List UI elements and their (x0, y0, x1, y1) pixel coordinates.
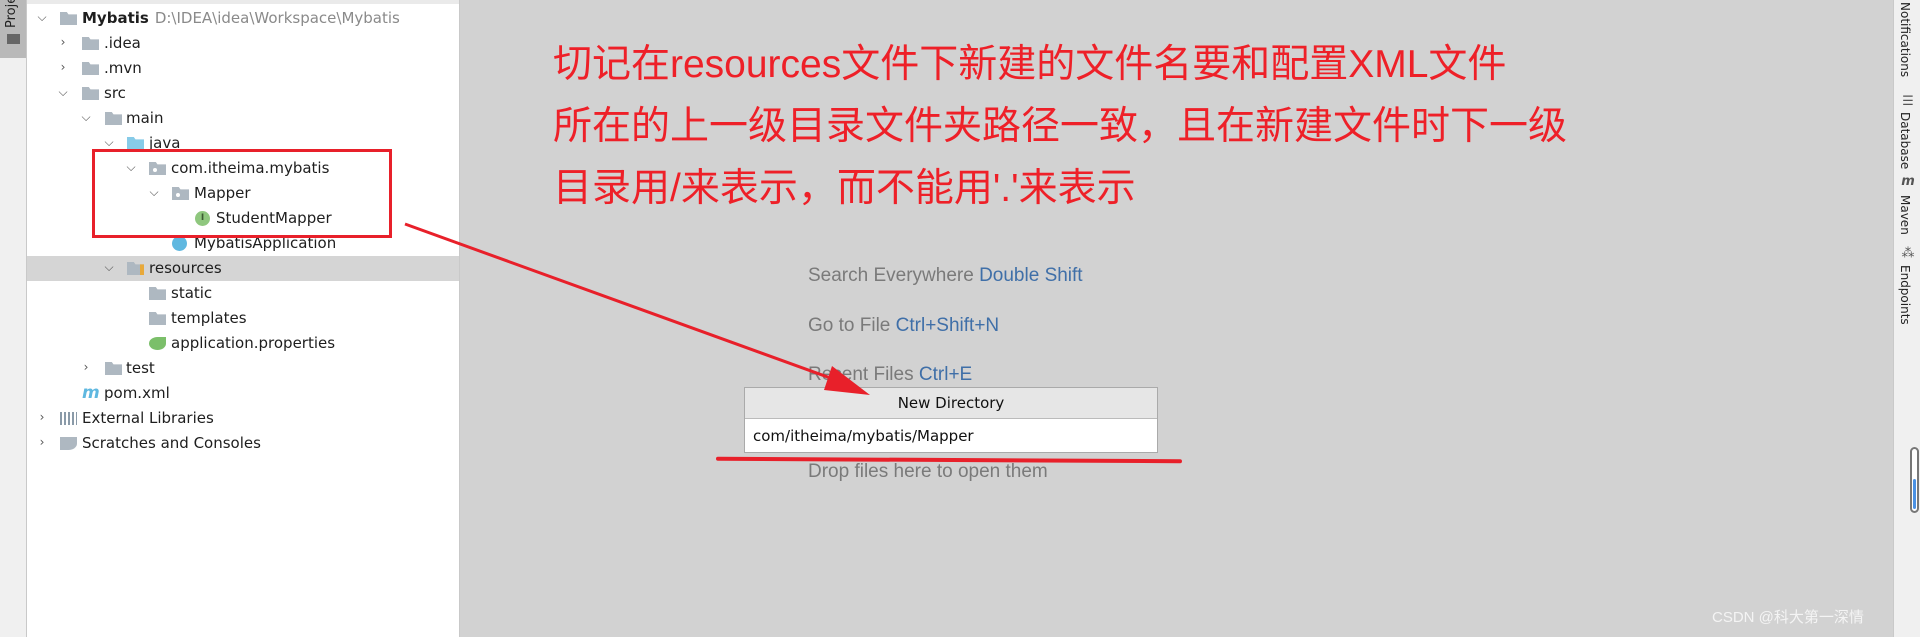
arrow-head (824, 366, 870, 395)
scroll-indicator[interactable] (1910, 447, 1919, 513)
endpoints-icon: ⁂ (1901, 246, 1915, 261)
database-icon: ☰ (1902, 94, 1914, 109)
notifications-tab[interactable]: Notifications (1898, 2, 1912, 77)
endpoints-tab[interactable]: Endpoints (1898, 265, 1912, 325)
right-tool-strip: Notifications ☰ Database m Maven ⁂ Endpo… (1893, 0, 1920, 637)
annotation-arrow (404, 222, 870, 395)
arrow-line (404, 222, 859, 390)
watermark: CSDN @科大第一深情 (1712, 609, 1864, 626)
database-tab[interactable]: Database (1898, 112, 1912, 169)
maven-icon: m (1901, 174, 1915, 189)
maven-tab[interactable]: Maven (1898, 195, 1912, 235)
